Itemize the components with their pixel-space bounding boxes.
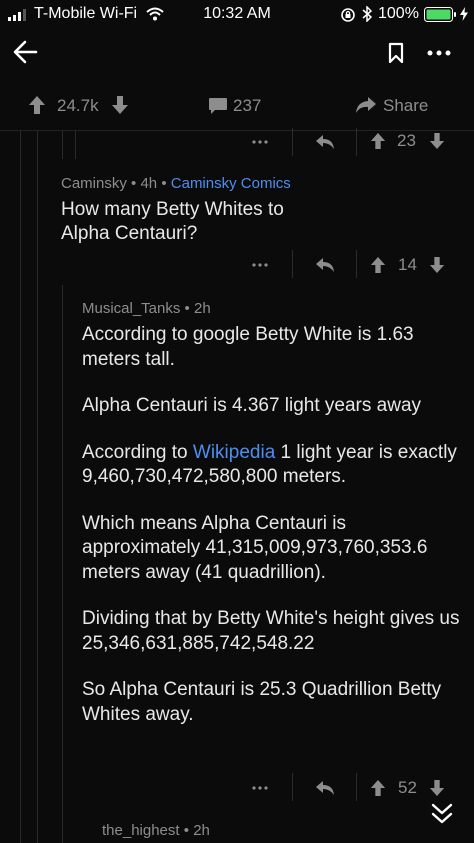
comment-author[interactable]: Caminsky: [61, 175, 127, 192]
comment-vote-count: 23: [397, 131, 416, 150]
action-separator: [356, 773, 357, 801]
post-upvote-button[interactable]: [28, 95, 46, 115]
action-separator: [292, 128, 293, 156]
action-separator: [292, 773, 293, 801]
action-separator: [356, 250, 357, 278]
back-button[interactable]: [12, 40, 40, 66]
comment-paragraph: Which means Alpha Centauri is approximat…: [82, 512, 428, 583]
meta-separator: •: [131, 175, 137, 192]
meta-separator: •: [183, 822, 190, 839]
author-flair: Caminsky Comics: [170, 175, 291, 192]
orientation-lock-icon: [340, 7, 356, 23]
post-comment-count: 237: [233, 96, 262, 115]
thread-line-depth-3: [75, 131, 76, 159]
comment-paragraph: According to google Betty White is 1.63 …: [82, 324, 414, 370]
reply-icon[interactable]: [315, 134, 335, 150]
share-button-label[interactable]: Share: [383, 96, 428, 116]
save-bookmark-button[interactable]: [386, 42, 406, 64]
share-icon[interactable]: [355, 96, 377, 114]
comment-age: 2h: [193, 822, 210, 839]
thread-line-depth-1: [37, 131, 38, 843]
comment-paragraph: Alpha Centauri is 4.367 light years away: [82, 395, 422, 416]
comment-meta: the_highest • 2h: [102, 822, 210, 839]
comment-more-button[interactable]: [252, 786, 268, 790]
action-separator: [356, 128, 357, 156]
reply-icon[interactable]: [315, 780, 335, 796]
action-separator: [292, 250, 293, 278]
comment-vote-count: 52: [398, 778, 417, 797]
comment-vote-count: 14: [398, 255, 417, 274]
battery-icon: [424, 7, 458, 22]
comment-more-button[interactable]: [252, 263, 268, 267]
status-bar: T-Mobile Wi-Fi 10:32 AM 100%: [0, 0, 474, 28]
wikipedia-link[interactable]: Wikipedia: [193, 442, 275, 463]
comment-meta: Musical_Tanks • 2h: [82, 300, 211, 317]
bluetooth-icon: [362, 6, 372, 22]
comment-age: 4h: [140, 175, 158, 192]
comment-body: How many Betty Whites to Alpha Centauri?: [61, 199, 284, 244]
comment-paragraph: So Alpha Centauri is 25.3 Quadrillion Be…: [82, 679, 442, 725]
comment-author[interactable]: the_highest: [102, 822, 180, 839]
downvote-icon[interactable]: [429, 256, 445, 274]
thread-line-depth-2: [62, 131, 63, 159]
downvote-icon[interactable]: [429, 132, 445, 150]
upvote-icon[interactable]: [370, 132, 386, 150]
post-vote-count: 24.7k: [57, 96, 99, 115]
thread-line-depth-0: [20, 131, 21, 843]
charging-icon: [460, 7, 468, 21]
post-downvote-button[interactable]: [111, 95, 129, 115]
comment-actions: 14: [240, 250, 474, 280]
meta-separator: •: [184, 300, 190, 317]
comment-body: According to google Betty White is 1.63 …: [82, 323, 460, 727]
comment-paragraph: Dividing that by Betty White's height gi…: [82, 608, 460, 654]
battery-percent: 100%: [378, 5, 419, 22]
reply-icon[interactable]: [315, 257, 335, 273]
comments-icon[interactable]: [208, 97, 228, 115]
comment-actions: 23: [240, 128, 474, 158]
comment-meta: Caminsky • 4h • Caminsky Comics: [61, 175, 291, 192]
thread-line-depth-2b: [62, 285, 63, 843]
upvote-icon[interactable]: [370, 256, 386, 274]
comment-paragraph: According to Wikipedia 1 light year is e…: [82, 441, 457, 488]
downvote-icon[interactable]: [429, 779, 445, 797]
meta-separator: •: [161, 175, 167, 192]
more-options-button[interactable]: [427, 50, 451, 56]
comment-more-button[interactable]: [252, 140, 268, 144]
next-comment-button[interactable]: [420, 796, 464, 832]
upvote-icon[interactable]: [370, 779, 386, 797]
comment-author[interactable]: Musical_Tanks: [82, 300, 180, 317]
comment-age: 2h: [193, 300, 211, 317]
